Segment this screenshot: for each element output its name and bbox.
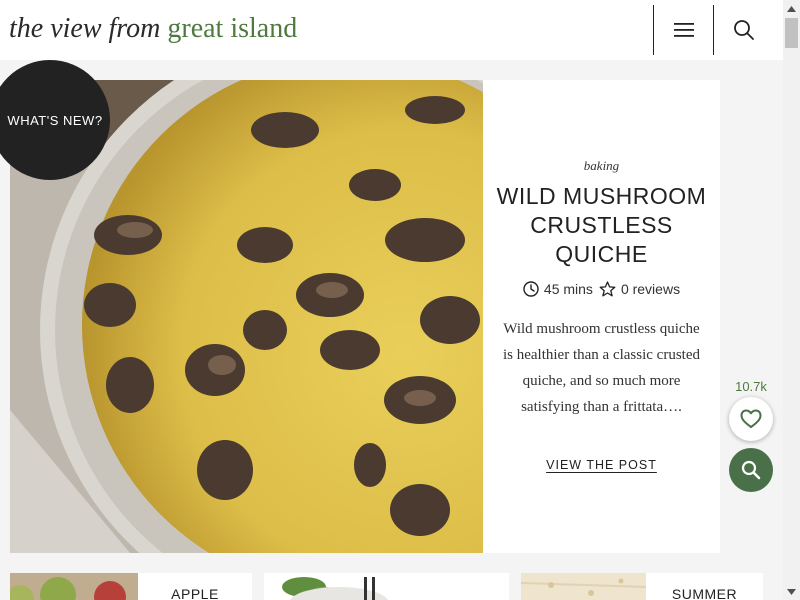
- clock-icon: [523, 281, 539, 297]
- logo-part-1: the view from: [9, 13, 161, 44]
- header-divider: [653, 5, 654, 55]
- post-card-label[interactable]: SUMMER: [646, 573, 763, 600]
- heart-icon: [740, 409, 762, 428]
- site-logo[interactable]: the view from great island: [9, 12, 297, 46]
- search-button[interactable]: [715, 5, 773, 55]
- post-card-label[interactable]: APPLE: [138, 573, 252, 600]
- menu-icon: [674, 23, 694, 37]
- search-icon: [734, 20, 754, 40]
- scroll-up-button[interactable]: [783, 0, 800, 17]
- header-divider: [713, 5, 714, 55]
- menu-button[interactable]: [655, 5, 713, 55]
- featured-post-card: baking WILD MUSHROOM CRUSTLESS QUICHE 45…: [483, 80, 720, 553]
- post-meta: 45 mins 0 reviews: [483, 281, 720, 297]
- review-count[interactable]: 0 reviews: [599, 281, 680, 297]
- arrow-down-icon: [787, 588, 796, 595]
- scrollbar-thumb[interactable]: [785, 18, 798, 48]
- cook-time: 45 mins: [523, 281, 593, 297]
- logo-part-2: great island: [167, 13, 298, 44]
- post-thumbnail[interactable]: [521, 573, 646, 600]
- scroll-down-button[interactable]: [783, 583, 800, 600]
- review-count-value: 0 reviews: [620, 281, 681, 297]
- favorites-count: 10.7k: [735, 379, 767, 394]
- post-category[interactable]: baking: [483, 158, 720, 174]
- star-icon: [599, 281, 616, 297]
- post-title[interactable]: WILD MUSHROOM CRUSTLESS QUICHE: [491, 182, 712, 269]
- arrow-up-icon: [787, 5, 796, 12]
- page-scrollbar[interactable]: [783, 0, 800, 600]
- floating-search-button[interactable]: [729, 448, 773, 492]
- cook-time-value: 45 mins: [543, 281, 593, 297]
- search-icon: [741, 460, 761, 480]
- view-post-link[interactable]: VIEW THE POST: [483, 458, 720, 472]
- favorite-button[interactable]: [729, 397, 773, 441]
- post-excerpt: Wild mushroom crustless quiche is health…: [502, 321, 700, 415]
- post-thumbnail[interactable]: [264, 573, 509, 600]
- site-header: the view from great island: [0, 0, 783, 60]
- post-thumbnail[interactable]: [10, 573, 138, 600]
